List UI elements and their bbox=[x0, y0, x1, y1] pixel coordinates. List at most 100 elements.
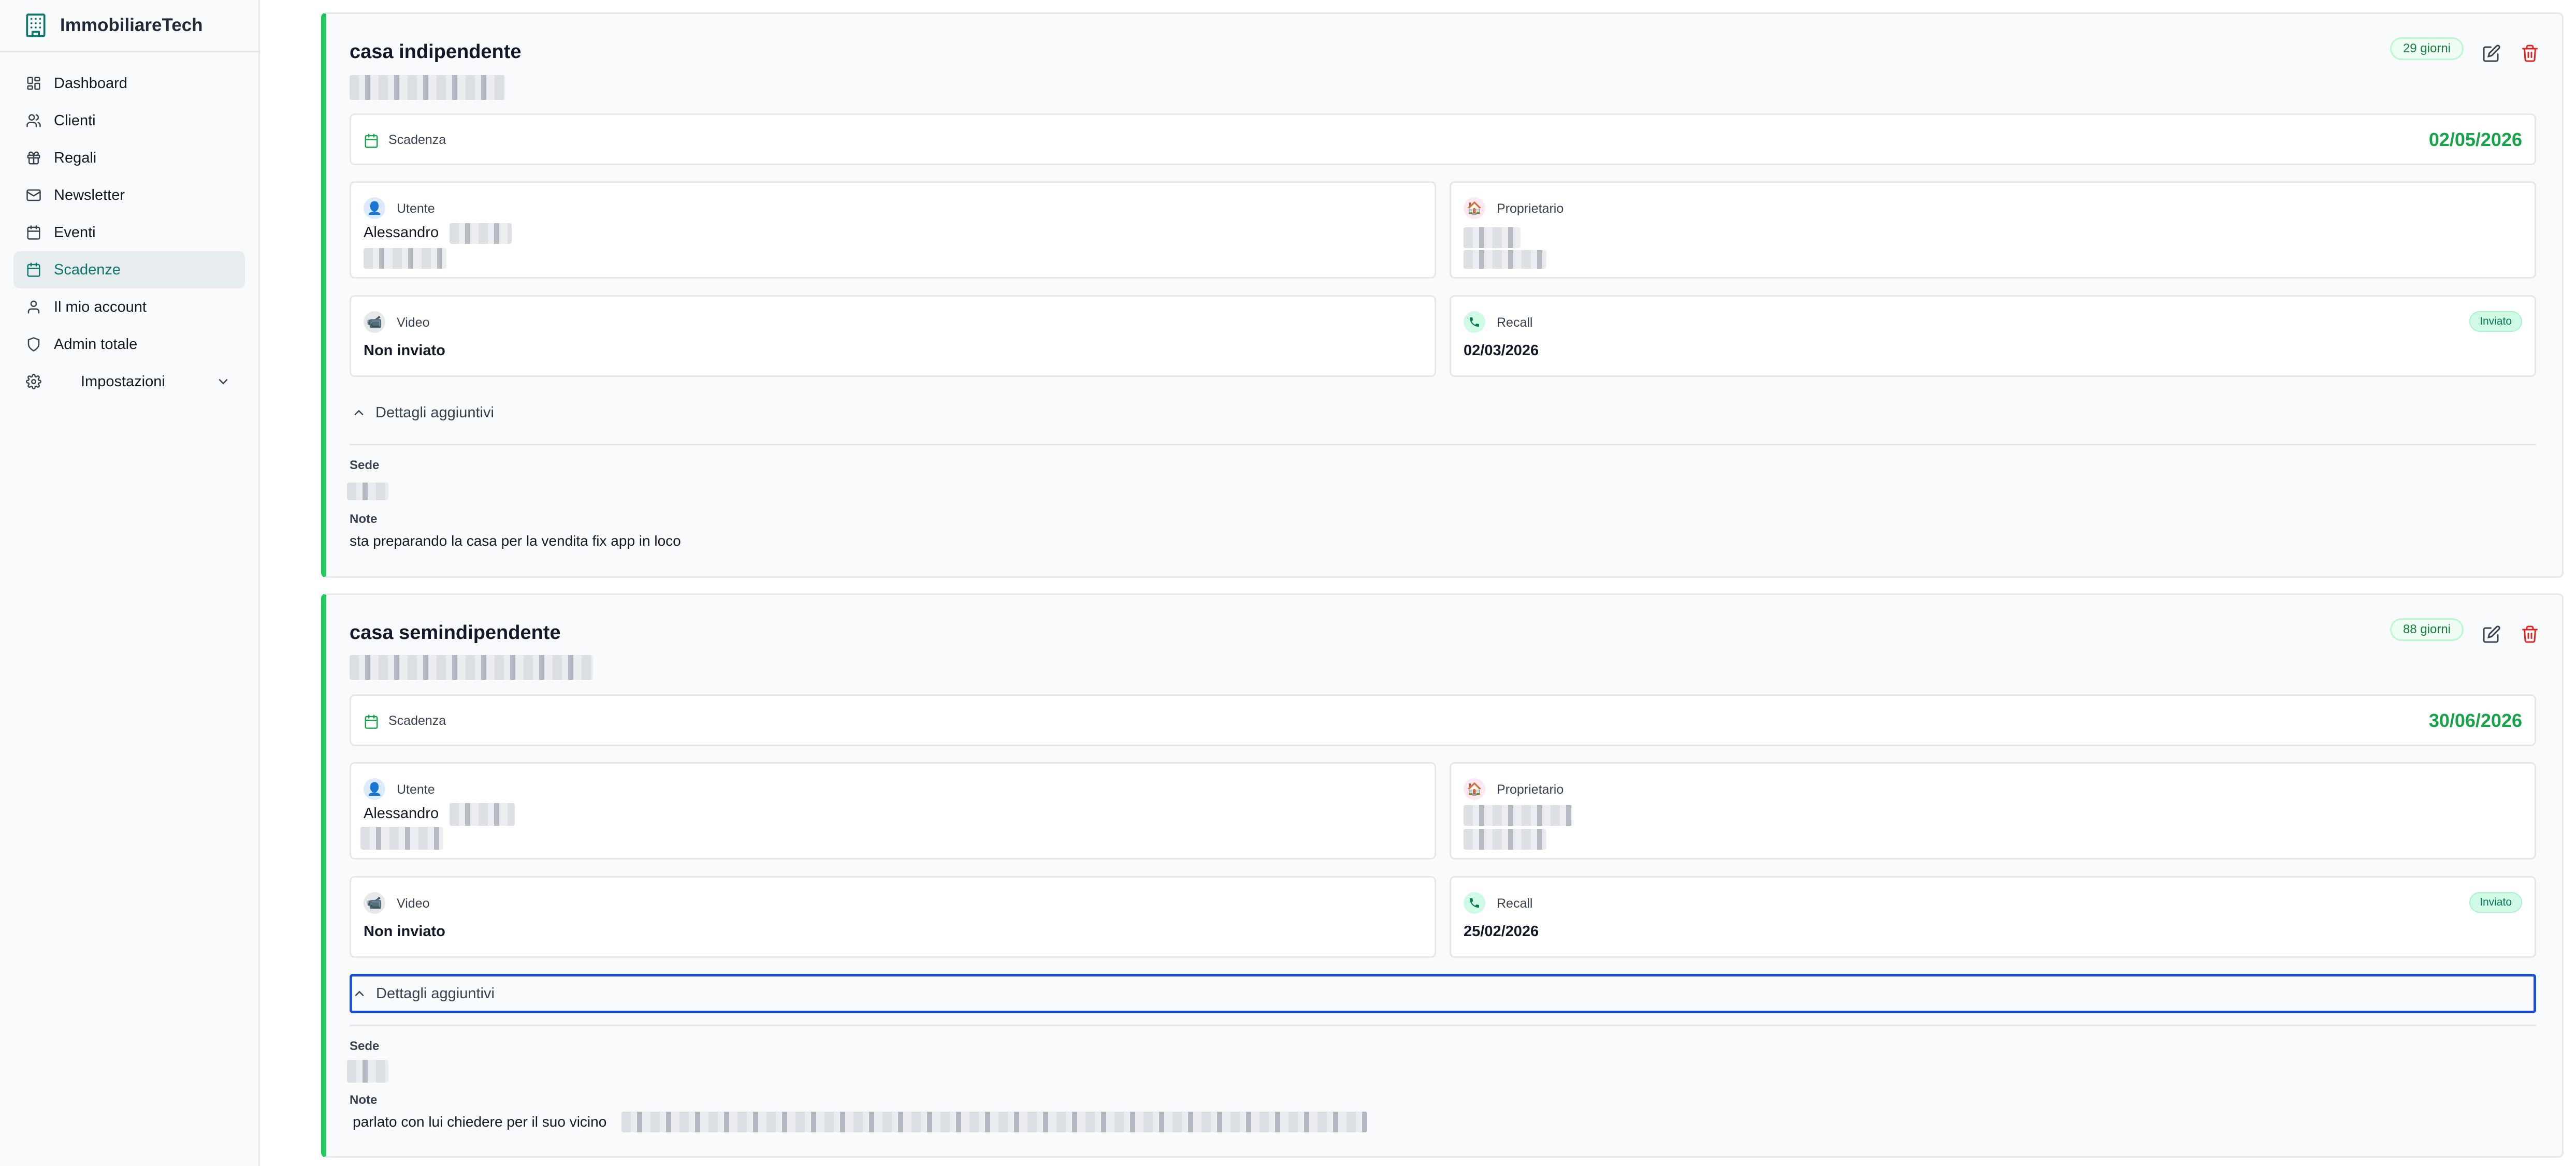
recall-box: Recall Inviato 25/02/2026 bbox=[1450, 876, 2536, 958]
sidebar-item-label: Impostazioni bbox=[81, 373, 165, 390]
chevron-down-icon[interactable] bbox=[216, 374, 230, 389]
phone-icon bbox=[1464, 311, 1485, 333]
details-toggle[interactable]: Dettagli aggiuntivi bbox=[350, 974, 2536, 1013]
edit-icon[interactable] bbox=[2482, 625, 2501, 644]
video-value: Non inviato bbox=[364, 923, 445, 940]
sidebar-item-label: Clienti bbox=[54, 112, 96, 129]
sidebar-item-label: Admin totale bbox=[54, 336, 138, 353]
note-value: parlato con lui chiedere per il suo vici… bbox=[353, 1114, 607, 1130]
details-label: Dettagli aggiuntivi bbox=[376, 985, 495, 1002]
deadline-date: 30/06/2026 bbox=[2428, 710, 2522, 731]
status-badge: Inviato bbox=[2469, 892, 2522, 913]
details-toggle[interactable]: Dettagli aggiuntivi bbox=[350, 393, 2536, 432]
days-badge: 88 giorni bbox=[2390, 618, 2464, 641]
chevron-up-icon bbox=[352, 986, 367, 1001]
owner-avatar-icon: 🏠 bbox=[1464, 778, 1485, 800]
user-label: Utente bbox=[397, 782, 435, 797]
building-icon bbox=[23, 12, 49, 38]
video-box: 📹 Video Non inviato bbox=[350, 295, 1436, 377]
user-name: Alessandro bbox=[364, 805, 439, 822]
sidebar-item-clienti[interactable]: Clienti bbox=[13, 102, 245, 139]
card-title: casa indipendente bbox=[350, 41, 522, 63]
deadline-label: Scadenza bbox=[388, 133, 446, 147]
user-label: Utente bbox=[397, 201, 435, 216]
user-box: 👤 Utente Alessandro bbox=[350, 762, 1436, 859]
sidebar-nav: Dashboard Clienti Regali Newsletter Even… bbox=[0, 52, 258, 413]
address-redacted bbox=[350, 75, 505, 100]
deadline-box: Scadenza 02/05/2026 bbox=[350, 113, 2536, 165]
sidebar-item-eventi[interactable]: Eventi bbox=[13, 214, 245, 251]
dashboard-icon bbox=[26, 76, 41, 91]
sidebar-item-label: Scadenze bbox=[54, 261, 121, 278]
video-box: 📹 Video Non inviato bbox=[350, 876, 1436, 958]
calendar-icon bbox=[364, 714, 379, 730]
user-surname-redacted bbox=[450, 223, 512, 244]
video-label: Video bbox=[397, 315, 430, 330]
user-contact-redacted bbox=[364, 248, 446, 269]
edit-icon[interactable] bbox=[2482, 44, 2501, 63]
address-redacted bbox=[350, 655, 593, 680]
calendar-icon bbox=[26, 225, 41, 240]
video-camera-icon: 📹 bbox=[364, 311, 385, 333]
user-avatar-icon: 👤 bbox=[364, 197, 385, 219]
user-contact-redacted bbox=[360, 827, 443, 850]
sidebar-item-newsletter[interactable]: Newsletter bbox=[13, 177, 245, 214]
gear-icon bbox=[26, 374, 41, 389]
video-value: Non inviato bbox=[364, 342, 445, 359]
users-icon bbox=[26, 113, 41, 128]
recall-label: Recall bbox=[1497, 315, 1533, 330]
recall-box: Recall Inviato 02/03/2026 bbox=[1450, 295, 2536, 377]
user-icon bbox=[26, 299, 41, 315]
deadline-card: casa semindipendente 88 giorni Scadenza … bbox=[321, 593, 2564, 1158]
user-name: Alessandro bbox=[364, 224, 439, 241]
days-badge: 29 giorni bbox=[2390, 37, 2464, 60]
mail-icon bbox=[26, 187, 41, 203]
owner-avatar-icon: 🏠 bbox=[1464, 197, 1485, 219]
owner-name-redacted bbox=[1464, 805, 1572, 826]
owner-box: 🏠 Proprietario bbox=[1450, 762, 2536, 859]
sede-value-redacted bbox=[347, 483, 388, 500]
owner-label: Proprietario bbox=[1497, 782, 1564, 797]
app-name: ImmobiliareTech bbox=[60, 15, 203, 35]
details-label: Dettagli aggiuntivi bbox=[375, 404, 494, 421]
main-content: casa indipendente 29 giorni Scadenza 02/… bbox=[260, 0, 2576, 1166]
status-badge: Inviato bbox=[2469, 311, 2522, 332]
deadline-label: Scadenza bbox=[388, 713, 446, 728]
trash-icon[interactable] bbox=[2521, 44, 2539, 63]
card-title: casa semindipendente bbox=[350, 622, 561, 644]
deadline-date: 02/05/2026 bbox=[2428, 129, 2522, 150]
sidebar-item-scadenze[interactable]: Scadenze bbox=[13, 251, 245, 288]
sidebar-item-impostazioni[interactable]: Impostazioni bbox=[13, 363, 245, 400]
owner-name-redacted bbox=[1464, 227, 1521, 248]
owner-box: 🏠 Proprietario bbox=[1450, 181, 2536, 279]
app-root: ImmobiliareTech Dashboard Clienti Regali bbox=[0, 0, 2576, 1166]
sidebar-item-regali[interactable]: Regali bbox=[13, 139, 245, 177]
trash-icon[interactable] bbox=[2521, 625, 2539, 644]
sidebar-item-account[interactable]: Il mio account bbox=[13, 288, 245, 326]
video-label: Video bbox=[397, 896, 430, 911]
recall-date: 25/02/2026 bbox=[1464, 923, 1539, 940]
sidebar-item-label: Eventi bbox=[54, 224, 96, 241]
sidebar: ImmobiliareTech Dashboard Clienti Regali bbox=[0, 0, 260, 1166]
phone-icon bbox=[1464, 892, 1485, 914]
sede-label: Sede bbox=[350, 458, 380, 472]
chevron-up-icon bbox=[352, 405, 366, 420]
note-label: Note bbox=[350, 1093, 378, 1107]
shield-icon bbox=[26, 337, 41, 352]
sidebar-item-label: Dashboard bbox=[54, 75, 127, 92]
brand[interactable]: ImmobiliareTech bbox=[0, 0, 258, 52]
deadline-box: Scadenza 30/06/2026 bbox=[350, 694, 2536, 746]
note-value-redacted bbox=[621, 1112, 1367, 1132]
user-surname-redacted bbox=[450, 803, 515, 826]
sidebar-item-admin[interactable]: Admin totale bbox=[13, 326, 245, 363]
recall-label: Recall bbox=[1497, 896, 1533, 911]
owner-contact-redacted bbox=[1464, 829, 1546, 850]
user-avatar-icon: 👤 bbox=[364, 778, 385, 800]
divider bbox=[350, 444, 2536, 445]
deadline-card: casa indipendente 29 giorni Scadenza 02/… bbox=[321, 12, 2564, 578]
gift-icon bbox=[26, 150, 41, 166]
sidebar-item-label: Newsletter bbox=[54, 186, 125, 203]
video-camera-icon: 📹 bbox=[364, 892, 385, 914]
sidebar-item-dashboard[interactable]: Dashboard bbox=[13, 65, 245, 102]
note-label: Note bbox=[350, 512, 378, 526]
